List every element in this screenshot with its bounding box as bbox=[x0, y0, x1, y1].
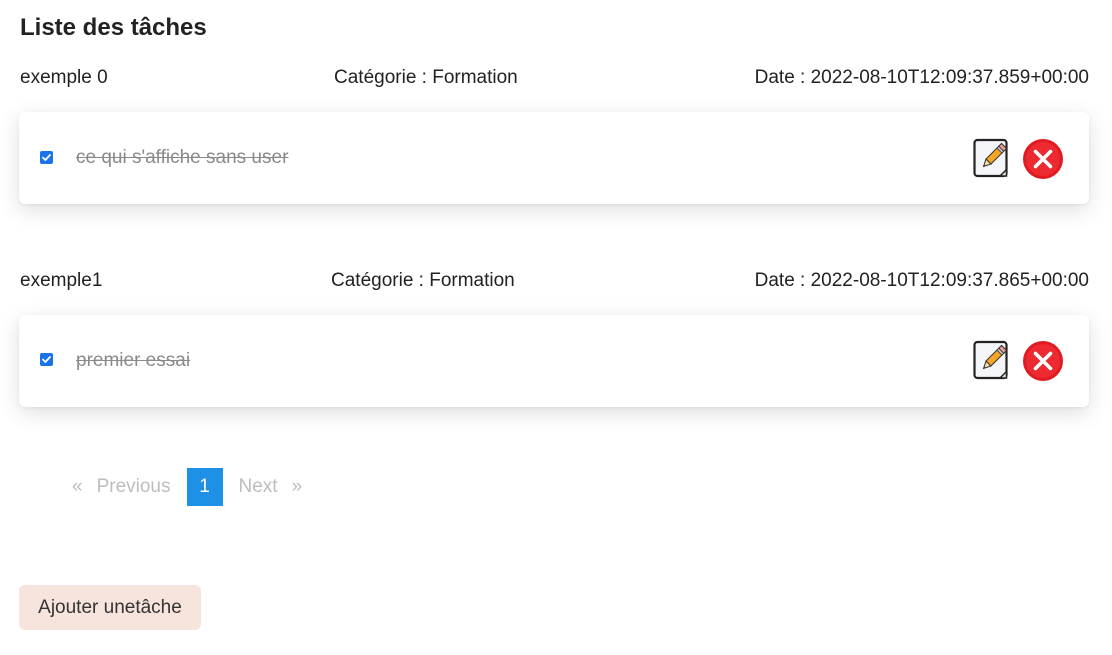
pagination-next-arrow[interactable]: » bbox=[280, 476, 315, 498]
pagination-prev-arrow[interactable]: « bbox=[60, 476, 95, 498]
task-meta: exemple1 Catégorie : Formation Date : 20… bbox=[19, 270, 1089, 296]
task-name: exemple1 bbox=[20, 270, 103, 291]
edit-pencil-icon bbox=[973, 138, 1008, 178]
edit-button[interactable] bbox=[973, 340, 1011, 382]
task-text: premier essai bbox=[76, 350, 191, 371]
task-block: exemple1 Catégorie : Formation Date : 20… bbox=[19, 270, 1089, 407]
task-checkbox[interactable] bbox=[40, 151, 53, 164]
add-task-button[interactable]: Ajouter unetâche bbox=[19, 585, 201, 630]
close-x-icon bbox=[1023, 341, 1063, 381]
pagination-next[interactable]: Next bbox=[237, 476, 280, 498]
task-text: ce qui s'affiche sans user bbox=[76, 147, 289, 168]
task-block: exemple 0 Catégorie : Formation Date : 2… bbox=[19, 67, 1089, 204]
edit-pencil-icon bbox=[973, 340, 1008, 380]
task-date: Date : 2022-08-10T12:09:37.865+00:00 bbox=[754, 270, 1089, 291]
task-category: Catégorie : Formation bbox=[331, 270, 515, 291]
close-x-icon bbox=[1023, 139, 1063, 179]
task-date: Date : 2022-08-10T12:09:37.859+00:00 bbox=[754, 67, 1089, 88]
task-name: exemple 0 bbox=[20, 67, 108, 88]
task-category: Catégorie : Formation bbox=[334, 67, 518, 88]
task-meta: exemple 0 Catégorie : Formation Date : 2… bbox=[19, 67, 1089, 93]
delete-button[interactable] bbox=[1022, 138, 1064, 180]
edit-button[interactable] bbox=[973, 138, 1011, 180]
delete-button[interactable] bbox=[1022, 340, 1064, 382]
pagination: « Previous 1 Next » bbox=[60, 467, 315, 506]
pagination-previous[interactable]: Previous bbox=[95, 476, 173, 498]
task-checkbox[interactable] bbox=[40, 353, 53, 366]
task-card: ce qui s'affiche sans user bbox=[19, 112, 1089, 204]
task-card: premier essai bbox=[19, 315, 1089, 407]
pagination-page-1[interactable]: 1 bbox=[186, 467, 223, 506]
page-title: Liste des tâches bbox=[20, 14, 207, 41]
